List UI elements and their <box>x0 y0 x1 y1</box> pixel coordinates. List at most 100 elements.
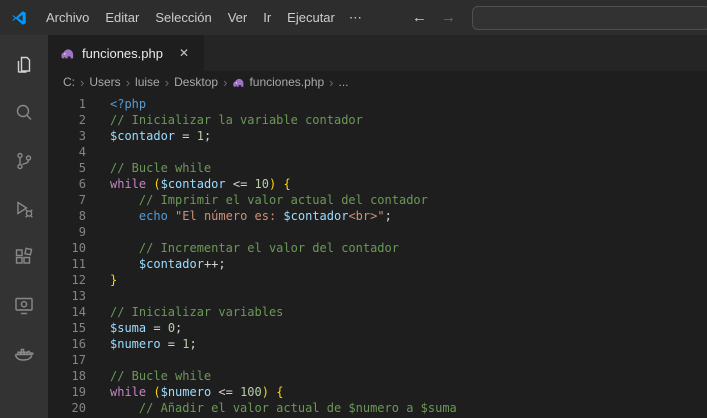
chevron-right-icon: › <box>80 74 85 90</box>
explorer-icon[interactable] <box>0 41 48 89</box>
vscode-logo-icon[interactable] <box>10 9 28 27</box>
code-line[interactable]: 19 while ($numero <= 100) { <box>48 384 707 400</box>
search-icon[interactable] <box>0 89 48 137</box>
line-number[interactable]: 1 <box>48 96 86 112</box>
code-line[interactable]: 17 <box>48 352 707 368</box>
line-number[interactable]: 13 <box>48 288 86 304</box>
code-text: // Imprimir el valor actual del contador <box>110 193 428 207</box>
chevron-right-icon: › <box>329 74 334 90</box>
line-number[interactable]: 19 <box>48 384 86 400</box>
breadcrumb-desktop[interactable]: Desktop <box>174 75 218 89</box>
extensions-icon[interactable] <box>0 233 48 281</box>
code-line[interactable]: 4 <box>48 144 707 160</box>
line-number[interactable]: 14 <box>48 304 86 320</box>
line-number[interactable]: 11 <box>48 256 86 272</box>
menu-seleccion[interactable]: Selección <box>147 7 219 28</box>
line-number[interactable]: 7 <box>48 192 86 208</box>
code-text: // Bucle while <box>110 369 212 383</box>
code-text: // Incrementar el valor del contador <box>110 241 399 255</box>
php-elephant-icon <box>60 46 75 61</box>
breadcrumb-users[interactable]: Users <box>89 75 120 89</box>
breadcrumb-file[interactable]: funciones.php <box>232 75 324 89</box>
code-line[interactable]: 1 <?php <box>48 96 707 112</box>
menu-archivo[interactable]: Archivo <box>38 7 97 28</box>
line-number[interactable]: 3 <box>48 128 86 144</box>
code-line[interactable]: 11 $contador++; <box>48 256 707 272</box>
code-line[interactable]: 13 <box>48 288 707 304</box>
live-preview-icon[interactable] <box>0 281 48 329</box>
history-nav: ← → <box>412 9 456 26</box>
chevron-right-icon: › <box>125 74 131 90</box>
code-text: $suma = 0; <box>110 321 183 335</box>
main-area: funciones.php ✕ C: › Users › luise › Des… <box>0 35 707 418</box>
code-text: echo "El número es: $contador<br>"; <box>138 209 392 223</box>
menu-editar[interactable]: Editar <box>97 7 147 28</box>
line-number[interactable]: 6 <box>48 176 86 192</box>
code-text: <?php <box>110 97 147 111</box>
title-bar: Archivo Editar Selección Ver Ir Ejecutar… <box>0 0 707 35</box>
line-number[interactable]: 5 <box>48 160 86 176</box>
code-text: while ($contador <= 10) { <box>110 177 291 191</box>
line-number[interactable]: 18 <box>48 368 86 384</box>
code-line[interactable]: 9 <box>48 224 707 240</box>
code-line[interactable]: 7 // Imprimir el valor actual del contad… <box>48 192 707 208</box>
line-number[interactable]: 17 <box>48 352 86 368</box>
code-text: } <box>110 273 118 287</box>
code-line[interactable]: 14 // Inicializar variables <box>48 304 707 320</box>
source-control-icon[interactable] <box>0 137 48 185</box>
line-number[interactable]: 12 <box>48 272 86 288</box>
tab-funciones-php[interactable]: funciones.php ✕ <box>48 35 205 71</box>
menu-ejecutar[interactable]: Ejecutar <box>279 7 343 28</box>
code-text: // Inicializar la variable contador <box>110 113 363 127</box>
line-number[interactable]: 9 <box>48 224 86 240</box>
line-number[interactable]: 20 <box>48 400 86 416</box>
code-text: // Añadir el valor actual de $numero a $… <box>110 401 457 415</box>
breadcrumb-symbol[interactable]: ... <box>339 75 349 89</box>
code-text: $contador++; <box>138 257 226 271</box>
line-number[interactable]: 4 <box>48 144 86 160</box>
code-line[interactable]: 8 echo "El número es: $contador<br>"; <box>48 208 707 224</box>
breadcrumb-file-label: funciones.php <box>249 75 325 89</box>
code-line[interactable]: 10 // Incrementar el valor del contador <box>48 240 707 256</box>
line-number[interactable]: 8 <box>48 208 86 224</box>
line-number[interactable]: 15 <box>48 320 86 336</box>
line-number[interactable]: 2 <box>48 112 86 128</box>
code-line[interactable]: 3 $contador = 1; <box>48 128 707 144</box>
chevron-right-icon: › <box>164 74 170 90</box>
docker-icon[interactable] <box>0 329 48 377</box>
menu-ir[interactable]: Ir <box>255 7 279 28</box>
code-area[interactable]: 1 <?php 2 // Inicializar la variable contad… <box>48 93 707 418</box>
breadcrumb-drive[interactable]: C: <box>63 75 75 89</box>
menu-ver[interactable]: Ver <box>220 7 256 28</box>
back-arrow-icon[interactable]: ← <box>412 9 427 26</box>
line-number[interactable]: 16 <box>48 336 86 352</box>
forward-arrow-icon[interactable]: → <box>441 9 456 26</box>
code-line[interactable]: 16 $numero = 1; <box>48 336 707 352</box>
close-icon[interactable]: ✕ <box>176 45 192 61</box>
code-text: // Bucle while <box>110 161 212 175</box>
code-line[interactable]: 18 // Bucle while <box>48 368 707 384</box>
php-elephant-icon <box>232 76 245 89</box>
code-line[interactable]: 5 // Bucle while <box>48 160 707 176</box>
code-line[interactable]: 15 $suma = 0; <box>48 320 707 336</box>
run-debug-icon[interactable] <box>0 185 48 233</box>
command-center-search[interactable] <box>471 5 707 30</box>
menu-more-icon[interactable]: ⋯ <box>343 7 368 29</box>
code-text: $contador = 1; <box>110 129 212 143</box>
code-line[interactable]: 2 // Inicializar la variable contador <box>48 112 707 128</box>
code-line[interactable]: 6 while ($contador <= 10) { <box>48 176 707 192</box>
menu-bar: Archivo Editar Selección Ver Ir Ejecutar… <box>38 7 368 29</box>
tab-label: funciones.php <box>82 45 163 61</box>
code-line[interactable]: 20 // Añadir el valor actual de $numero … <box>48 400 707 416</box>
line-number[interactable]: 10 <box>48 240 86 256</box>
code-line[interactable]: 12} <box>48 272 707 288</box>
code-text: // Inicializar variables <box>110 305 284 319</box>
tab-bar: funciones.php ✕ <box>48 35 707 71</box>
activity-bar <box>0 35 48 418</box>
breadcrumb-luise[interactable]: luise <box>135 75 160 89</box>
code-text: while ($numero <= 100) { <box>110 385 284 399</box>
